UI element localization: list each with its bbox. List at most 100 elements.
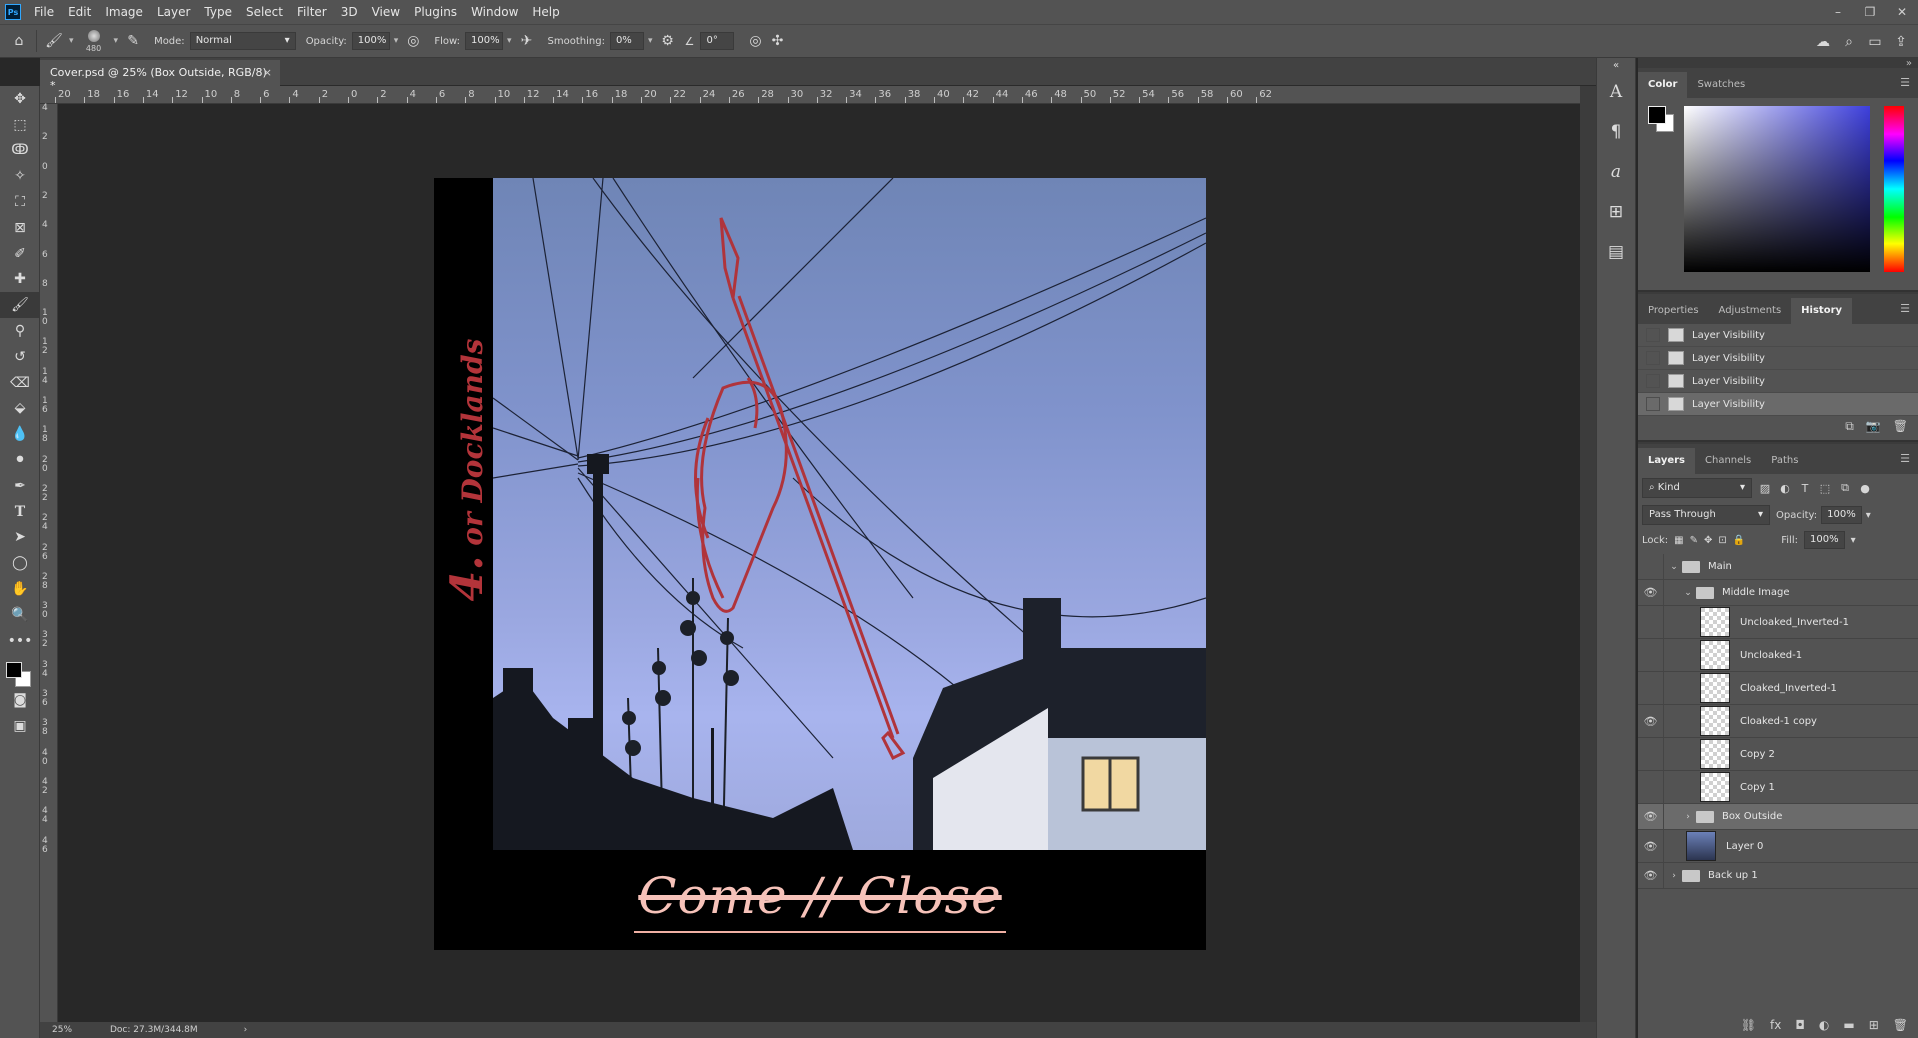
blend-mode-select[interactable]: Pass Through ▾ <box>1642 505 1770 525</box>
blur-tool-icon[interactable]: 💧 <box>0 421 40 447</box>
restore-button[interactable]: ❐ <box>1854 0 1886 24</box>
color-picker-field[interactable] <box>1684 106 1870 272</box>
ellipse-tool-icon[interactable]: ◯ <box>0 550 40 576</box>
flow-input[interactable]: 100% <box>464 32 503 50</box>
new-layer-icon[interactable]: ⊞ <box>1869 1018 1879 1032</box>
document-tab[interactable]: Cover.psd @ 25% (Box Outside, RGB/8) * × <box>40 60 280 92</box>
menu-window[interactable]: Window <box>464 0 525 24</box>
lock-pixels-icon[interactable]: ✎ <box>1690 535 1698 546</box>
layer-row[interactable]: Copy 1 <box>1638 771 1918 804</box>
layer-row[interactable]: 👁 Layer 0 <box>1638 830 1918 863</box>
chevron-down-icon[interactable]: ▾ <box>114 36 119 46</box>
search-icon[interactable]: ⌕ <box>1838 31 1860 53</box>
history-item[interactable]: Layer Visibility <box>1638 370 1918 393</box>
pen-tool-icon[interactable]: ✒ <box>0 473 40 499</box>
layer-row[interactable]: Uncloaked_Inverted-1 <box>1638 606 1918 639</box>
smoothing-input[interactable]: 0% <box>609 32 644 50</box>
tab-history[interactable]: History <box>1791 298 1853 324</box>
crop-tool-icon[interactable]: ⛶ <box>0 189 40 215</box>
move-tool-icon[interactable]: ✥ <box>0 86 40 112</box>
visibility-toggle[interactable]: 👁 <box>1638 580 1664 605</box>
layer-row[interactable]: Copy 2 <box>1638 738 1918 771</box>
paint-bucket-tool-icon[interactable]: ⬙ <box>0 396 40 422</box>
tab-adjustments[interactable]: Adjustments <box>1709 298 1792 324</box>
history-checkbox[interactable] <box>1646 374 1660 388</box>
glyphs-panel-icon[interactable]: a <box>1597 152 1635 192</box>
chevron-down-icon[interactable]: ▾ <box>69 36 74 46</box>
opacity-input[interactable]: 100% <box>351 32 390 50</box>
filter-toggle-icon[interactable]: ● <box>1858 482 1872 495</box>
panel-menu-icon[interactable]: ☰ <box>1900 452 1910 465</box>
pressure-size-icon[interactable]: ◎ <box>744 30 766 52</box>
symmetry-icon[interactable]: ✣ <box>766 30 788 52</box>
clone-stamp-tool-icon[interactable]: ⚲ <box>0 318 40 344</box>
smart-object-filter-icon[interactable]: ⧉ <box>1838 481 1852 495</box>
visibility-toggle[interactable] <box>1638 771 1664 803</box>
menu-select[interactable]: Select <box>239 0 290 24</box>
path-selection-tool-icon[interactable]: ➤ <box>0 525 40 551</box>
hue-slider[interactable] <box>1884 106 1904 272</box>
new-group-icon[interactable]: ▬ <box>1843 1018 1854 1032</box>
brush-size-picker[interactable]: 480 <box>78 26 110 56</box>
brush-tool-preset-icon[interactable]: 🖌 <box>43 30 65 52</box>
visibility-toggle[interactable] <box>1638 606 1664 638</box>
history-brush-tool-icon[interactable]: ↺ <box>0 344 40 370</box>
snapshot-icon[interactable]: 📷 <box>1866 419 1881 434</box>
learn-panel-icon[interactable]: ▤ <box>1597 232 1635 272</box>
layer-row[interactable]: Uncloaked-1 <box>1638 639 1918 672</box>
lock-artboard-icon[interactable]: ⊡ <box>1718 535 1726 546</box>
add-mask-icon[interactable]: ◘ <box>1795 1018 1805 1032</box>
history-checkbox[interactable] <box>1646 397 1660 411</box>
lock-position-icon[interactable]: ✥ <box>1704 535 1712 546</box>
foreground-color-chip[interactable] <box>6 661 22 678</box>
gear-icon[interactable]: ⚙ <box>656 30 678 52</box>
chevron-down-icon[interactable]: ▾ <box>1851 535 1856 546</box>
tab-color[interactable]: Color <box>1638 72 1688 98</box>
visibility-toggle[interactable]: 👁 <box>1638 804 1664 829</box>
eyedropper-tool-icon[interactable]: ✐ <box>0 241 40 267</box>
history-checkbox[interactable] <box>1646 328 1660 342</box>
layer-row[interactable]: 👁 › Box Outside <box>1638 804 1918 830</box>
document-canvas[interactable]: 4. or Docklands Come // Close <box>434 178 1206 950</box>
marquee-tool-icon[interactable]: ⬚ <box>0 112 40 138</box>
menu-help[interactable]: Help <box>525 0 566 24</box>
layer-row[interactable]: 👁 Cloaked-1 copy <box>1638 705 1918 738</box>
tab-layers[interactable]: Layers <box>1638 448 1695 474</box>
visibility-toggle[interactable] <box>1638 639 1664 671</box>
visibility-toggle[interactable] <box>1638 554 1664 579</box>
color-chips[interactable] <box>0 654 40 688</box>
layer-row[interactable]: Cloaked_Inverted-1 <box>1638 672 1918 705</box>
chevron-down-icon[interactable]: ⌄ <box>1668 562 1680 572</box>
collapse-icon[interactable]: « <box>1597 58 1635 72</box>
close-window-button[interactable]: ✕ <box>1886 0 1918 24</box>
menu-type[interactable]: Type <box>197 0 239 24</box>
tab-swatches[interactable]: Swatches <box>1687 72 1755 98</box>
chevron-right-icon[interactable]: › <box>244 1025 248 1035</box>
magic-wand-tool-icon[interactable]: ✧ <box>0 163 40 189</box>
healing-brush-tool-icon[interactable]: ✚ <box>0 267 40 293</box>
layer-row[interactable]: 👁 › Back up 1 <box>1638 863 1918 889</box>
pressure-opacity-icon[interactable]: ◎ <box>402 30 424 52</box>
link-layers-icon[interactable]: ⛓ <box>1741 1018 1756 1032</box>
tab-properties[interactable]: Properties <box>1638 298 1709 324</box>
vertical-scrollbar[interactable] <box>1580 86 1596 1022</box>
trash-icon[interactable]: 🗑 <box>1893 419 1908 434</box>
menu-plugins[interactable]: Plugins <box>407 0 464 24</box>
menu-view[interactable]: View <box>365 0 407 24</box>
pixel-filter-icon[interactable]: ▨ <box>1758 482 1772 495</box>
menu-filter[interactable]: Filter <box>290 0 334 24</box>
chevron-down-icon[interactable]: ▾ <box>1866 510 1871 521</box>
panel-menu-icon[interactable]: ☰ <box>1900 302 1910 315</box>
canvas-area[interactable]: 4. or Docklands Come // Close <box>58 104 1580 1022</box>
layer-opacity-input[interactable]: 100% <box>1821 506 1862 524</box>
panel-menu-icon[interactable]: ☰ <box>1900 76 1910 89</box>
visibility-toggle[interactable]: 👁 <box>1638 830 1664 862</box>
eraser-tool-icon[interactable]: ⌫ <box>0 370 40 396</box>
visibility-toggle[interactable]: 👁 <box>1638 705 1664 737</box>
lock-transparency-icon[interactable]: ▦ <box>1674 535 1683 546</box>
new-document-from-state-icon[interactable]: ⧉ <box>1845 419 1854 434</box>
lasso-tool-icon[interactable]: ↂ <box>0 138 40 164</box>
close-icon[interactable]: × <box>263 66 272 79</box>
trash-icon[interactable]: 🗑 <box>1893 1018 1908 1032</box>
menu-file[interactable]: File <box>27 0 61 24</box>
